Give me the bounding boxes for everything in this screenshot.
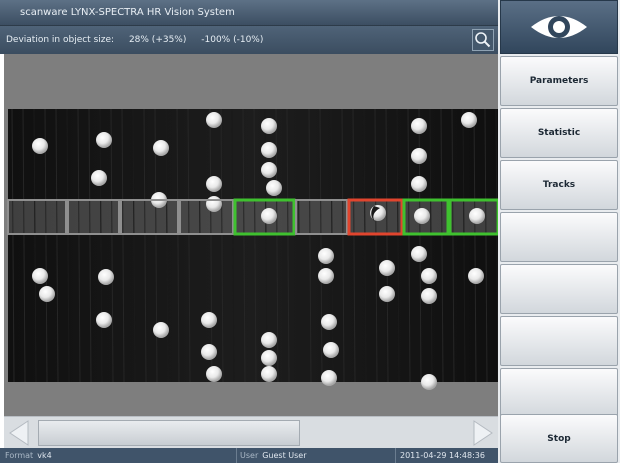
chevron-left-icon: [9, 420, 29, 446]
deviation-info-bar: Deviation in object size: 28% (+35%) -10…: [0, 26, 498, 54]
tablet: [261, 162, 277, 178]
tablet: [461, 112, 477, 128]
magnifier-icon: [475, 32, 491, 48]
tablet: [206, 176, 222, 192]
tablet: [201, 312, 217, 328]
inspected-tablet: [414, 208, 430, 224]
tracks-button[interactable]: Tracks: [500, 160, 618, 210]
tablet: [98, 269, 114, 285]
tablet: [96, 132, 112, 148]
tablet: [318, 248, 334, 264]
tablet: [261, 332, 277, 348]
parameters-button[interactable]: Parameters: [500, 56, 618, 106]
blank-button-2[interactable]: [500, 264, 618, 314]
status-bar: Format vk4 User Guest User 2011-04-29 14:4…: [0, 448, 498, 463]
scroll-thumb[interactable]: [38, 420, 300, 446]
scroll-left-button[interactable]: [4, 417, 34, 449]
tablet: [206, 112, 222, 128]
tablet: [201, 344, 217, 360]
tablet: [32, 138, 48, 154]
tablet: [468, 268, 484, 284]
user-label: User: [240, 451, 259, 460]
format-status: Format vk4: [5, 448, 52, 463]
deviation-value-1: 28% (+35%): [128, 35, 187, 45]
tablet: [323, 342, 339, 358]
tablet: [421, 268, 437, 284]
horizontal-scrollbar[interactable]: [4, 416, 498, 449]
search-button[interactable]: [472, 29, 494, 51]
tablet: [411, 118, 427, 134]
camera-view[interactable]: [4, 54, 498, 416]
tablet: [96, 312, 112, 328]
camera-image: [4, 54, 498, 416]
user-value: Guest User: [262, 451, 307, 460]
tablet: [206, 196, 222, 212]
tablet: [261, 142, 277, 158]
deviation-label: Deviation in object size:: [6, 35, 115, 45]
side-panel: Parameters Statistic Tracks Stop: [498, 0, 620, 463]
stop-button[interactable]: Stop: [500, 414, 618, 463]
tablet: [261, 366, 277, 382]
chevron-right-icon: [473, 420, 493, 446]
tablet: [421, 288, 437, 304]
conveyor-belt: [8, 109, 498, 382]
scroll-right-button[interactable]: [468, 417, 498, 449]
eye-icon: [531, 16, 587, 38]
tablet: [379, 286, 395, 302]
format-value: vk4: [37, 451, 52, 460]
inspected-tablet: [469, 208, 485, 224]
tablet: [153, 322, 169, 338]
tablet: [321, 314, 337, 330]
tablet: [266, 180, 282, 196]
datetime-status: 2011-04-29 14:48:36: [400, 451, 485, 460]
tablet: [261, 118, 277, 134]
tablet: [421, 374, 437, 390]
tablet: [318, 268, 334, 284]
blank-button-4[interactable]: [500, 368, 618, 418]
blank-button-1[interactable]: [500, 212, 618, 262]
deviation-value-2: -100% (-10%): [201, 35, 264, 45]
tablet: [379, 260, 395, 276]
tablet: [91, 170, 107, 186]
status-divider: [395, 448, 396, 463]
window-titlebar: scanware LYNX-SPECTRA HR Vision System: [0, 0, 498, 26]
tablet: [411, 148, 427, 164]
user-status: User Guest User: [240, 448, 307, 463]
statistic-button[interactable]: Statistic: [500, 108, 618, 158]
tablet: [39, 286, 55, 302]
tablet: [153, 140, 169, 156]
tablet: [206, 366, 222, 382]
tablet: [411, 176, 427, 192]
window-title: scanware LYNX-SPECTRA HR Vision System: [20, 7, 235, 18]
live-view-button[interactable]: [500, 0, 618, 54]
format-label: Format: [5, 451, 34, 460]
blank-button-3[interactable]: [500, 316, 618, 366]
tablet: [32, 268, 48, 284]
tablet: [261, 350, 277, 366]
vision-app: scanware LYNX-SPECTRA HR Vision System D…: [0, 0, 620, 463]
status-divider: [236, 448, 237, 463]
tablet: [411, 246, 427, 262]
tablet: [321, 370, 337, 386]
inspected-tablet: [261, 208, 277, 224]
